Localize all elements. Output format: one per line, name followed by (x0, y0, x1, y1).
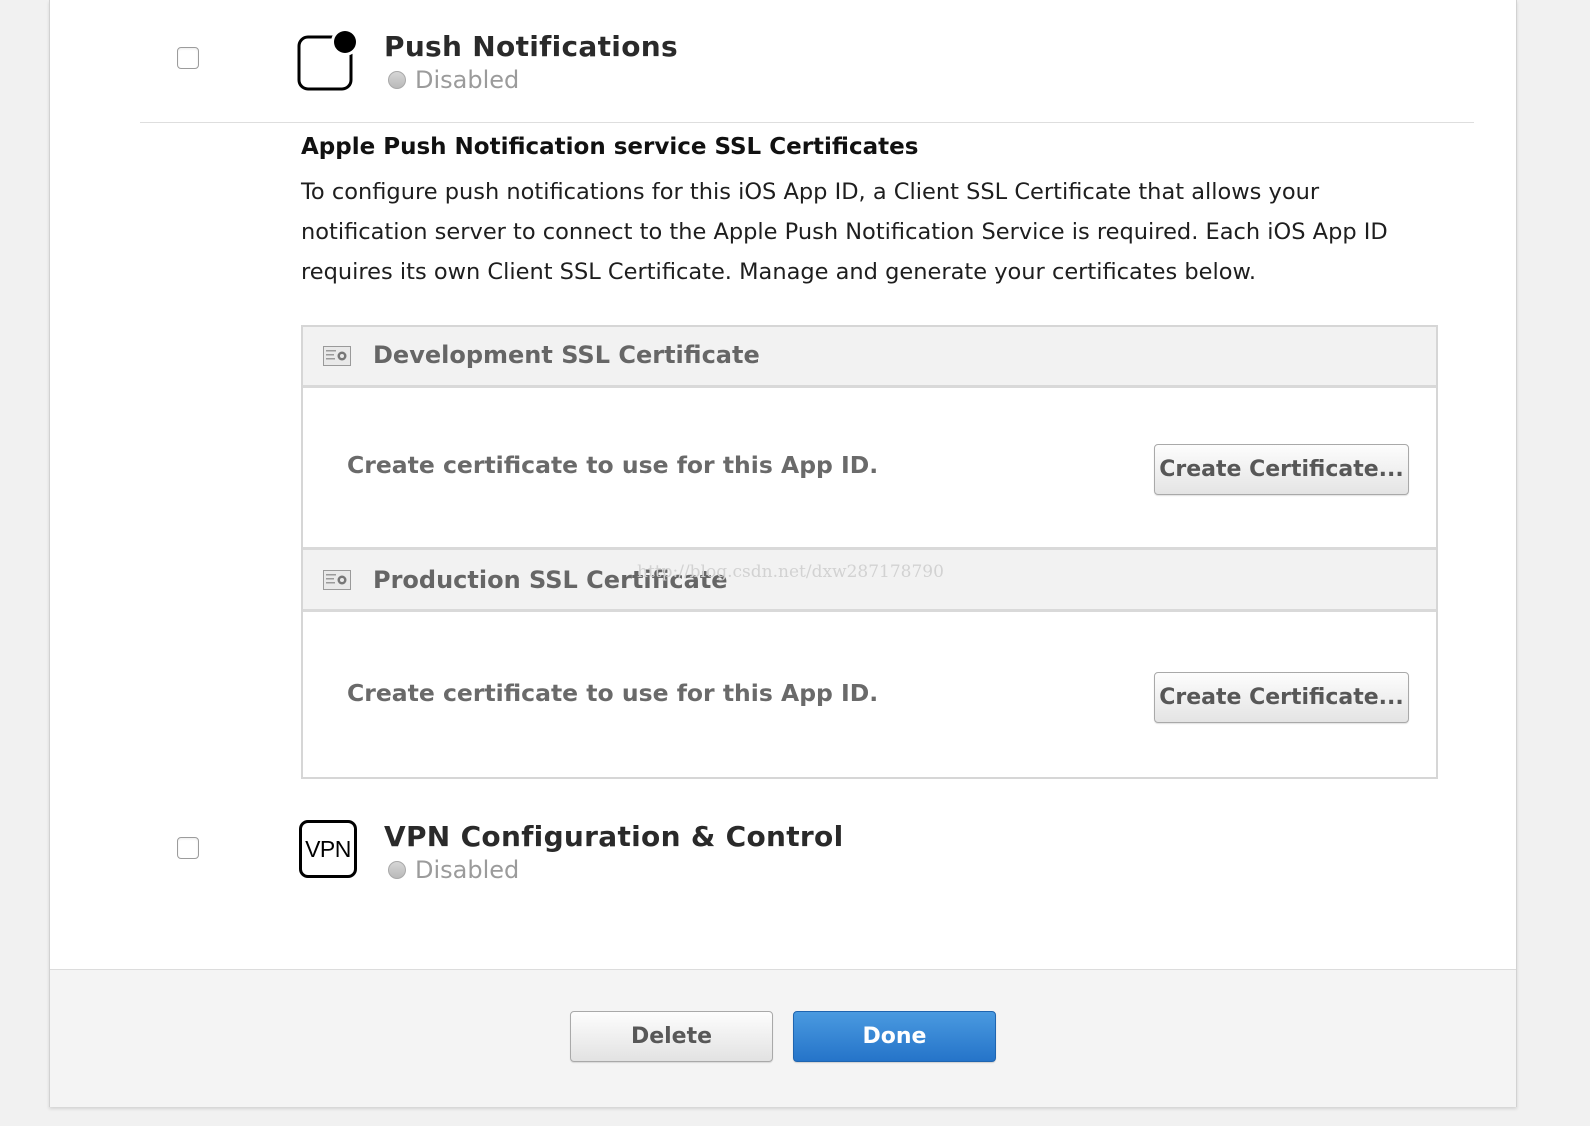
push-notifications-title: Push Notifications (384, 30, 678, 63)
status-dot-icon (388, 861, 406, 879)
done-button[interactable]: Done (793, 1011, 996, 1062)
certificate-icon (323, 346, 351, 366)
footer-bar: Delete Done (50, 969, 1516, 1107)
vpn-status: Disabled (388, 856, 519, 884)
create-production-certificate-button[interactable]: Create Certificate... (1154, 672, 1409, 723)
vpn-checkbox[interactable] (177, 837, 199, 859)
push-notifications-status: Disabled (388, 66, 519, 94)
push-notifications-checkbox[interactable] (177, 47, 199, 69)
development-certificate-header: Development SSL Certificate (303, 327, 1436, 388)
delete-button[interactable]: Delete (570, 1011, 773, 1062)
watermark: http://blog.csdn.net/dxw287178790 (637, 562, 944, 582)
vpn-title: VPN Configuration & Control (384, 820, 844, 853)
push-notifications-status-label: Disabled (415, 66, 520, 94)
divider (140, 122, 1474, 123)
development-certificate-text: Create certificate to use for this App I… (347, 451, 879, 479)
development-certificate-title: Development SSL Certificate (373, 341, 760, 369)
certificate-icon (323, 570, 351, 590)
create-development-certificate-button[interactable]: Create Certificate... (1154, 444, 1409, 495)
apns-description: To configure push notifications for this… (301, 179, 1388, 285)
push-notifications-icon (297, 28, 359, 91)
app-id-edit-panel: Push Notifications Disabled Apple Push N… (49, 0, 1517, 1107)
vpn-icon-label: VPN (305, 835, 351, 862)
status-dot-icon (388, 71, 406, 89)
vpn-icon: VPN (299, 820, 357, 878)
vpn-status-label: Disabled (415, 856, 520, 884)
apns-heading: Apple Push Notification service SSL Cert… (301, 134, 919, 160)
certificates-box: Development SSL Certificate Create certi… (301, 325, 1438, 779)
production-certificate-text: Create certificate to use for this App I… (347, 679, 879, 707)
